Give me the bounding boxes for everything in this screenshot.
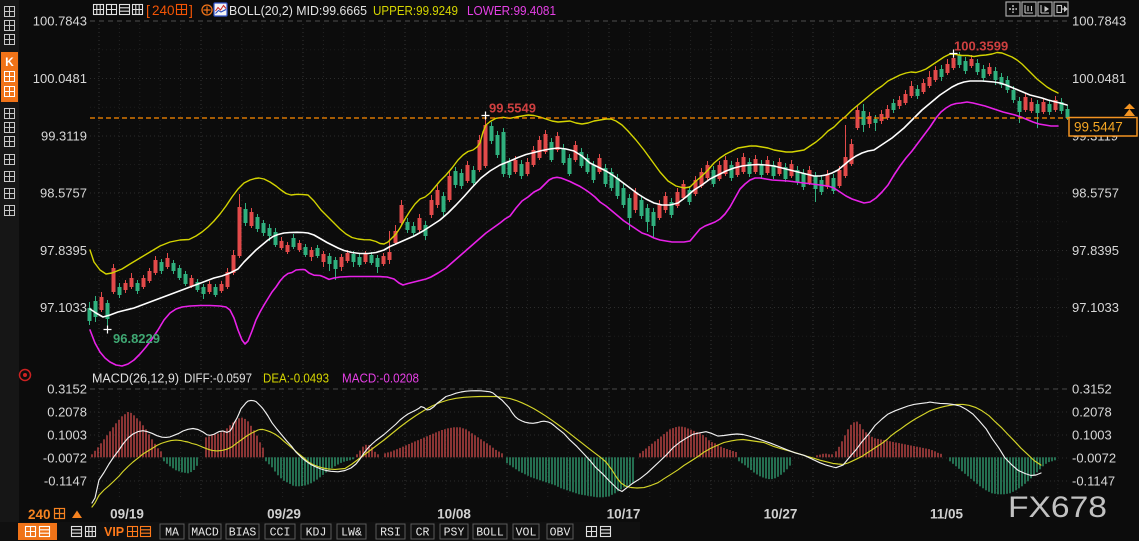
svg-text:0.2078: 0.2078: [1072, 405, 1112, 420]
svg-text:BOLL: BOLL: [476, 527, 504, 540]
svg-text:97.1033: 97.1033: [1072, 300, 1119, 315]
svg-text:240: 240: [28, 507, 51, 522]
svg-text:BIAS: BIAS: [229, 527, 257, 540]
svg-text:100.7843: 100.7843: [33, 14, 87, 29]
svg-text:98.5757: 98.5757: [1072, 186, 1119, 201]
svg-text:10/17: 10/17: [607, 507, 641, 522]
svg-text:VIP: VIP: [104, 525, 124, 539]
svg-text:UPPER:99.9249: UPPER:99.9249: [373, 3, 458, 18]
svg-text:10/08: 10/08: [437, 507, 471, 522]
svg-text:[: [: [146, 2, 150, 18]
svg-text:0.2078: 0.2078: [47, 405, 87, 420]
svg-text:0.3152: 0.3152: [1072, 382, 1112, 397]
svg-text:K: K: [5, 55, 14, 69]
svg-text:240: 240: [152, 3, 175, 18]
svg-text:97.8395: 97.8395: [1072, 243, 1119, 258]
svg-text:0.3152: 0.3152: [47, 382, 87, 397]
svg-text:MA: MA: [165, 527, 179, 540]
svg-text:96.8229: 96.8229: [113, 331, 160, 346]
svg-text:VOL: VOL: [516, 527, 537, 540]
svg-text:CR: CR: [416, 527, 430, 540]
svg-text:DEA:-0.0493: DEA:-0.0493: [263, 371, 329, 386]
svg-text:100.0481: 100.0481: [33, 71, 87, 86]
svg-text:0.1003: 0.1003: [47, 428, 87, 443]
svg-text:11/05: 11/05: [930, 507, 964, 522]
svg-text:FX678: FX678: [1008, 491, 1107, 524]
svg-text:MACD:-0.0208: MACD:-0.0208: [342, 371, 419, 386]
svg-text:BOLL(20,2) MID:99.6665: BOLL(20,2) MID:99.6665: [229, 3, 367, 18]
svg-text:CCI: CCI: [270, 527, 291, 540]
svg-text:-0.0072: -0.0072: [43, 451, 87, 466]
svg-text:MACD(26,12,9): MACD(26,12,9): [92, 371, 179, 386]
svg-text:100.3599: 100.3599: [954, 39, 1008, 54]
svg-text:RSI: RSI: [380, 527, 401, 540]
svg-text:09/29: 09/29: [267, 507, 301, 522]
svg-text:10/27: 10/27: [764, 507, 798, 522]
svg-text:-0.0072: -0.0072: [1072, 451, 1116, 466]
svg-text:DIFF:-0.0597: DIFF:-0.0597: [184, 371, 252, 386]
svg-text:LOWER:99.4081: LOWER:99.4081: [467, 3, 556, 18]
svg-text:0.1003: 0.1003: [1072, 428, 1112, 443]
svg-text:100.7843: 100.7843: [1072, 14, 1126, 29]
svg-text:09/19: 09/19: [110, 507, 144, 522]
svg-text:99.5549: 99.5549: [489, 101, 536, 116]
svg-text:-0.1147: -0.1147: [44, 474, 87, 489]
svg-text:100.0481: 100.0481: [1072, 71, 1126, 86]
svg-text:99.5447: 99.5447: [1074, 120, 1123, 135]
svg-text:MACD: MACD: [191, 527, 219, 540]
svg-text:LW&: LW&: [341, 527, 362, 540]
svg-text:OBV: OBV: [550, 527, 571, 540]
svg-text:PSY: PSY: [444, 527, 465, 540]
svg-text:99.3119: 99.3119: [41, 129, 87, 144]
svg-text:97.1033: 97.1033: [40, 300, 87, 315]
svg-text:]: ]: [189, 2, 193, 18]
svg-text:-0.1147: -0.1147: [1072, 474, 1115, 489]
svg-text:98.5757: 98.5757: [40, 186, 87, 201]
svg-text:KDJ: KDJ: [306, 527, 327, 540]
svg-text:97.8395: 97.8395: [40, 243, 87, 258]
